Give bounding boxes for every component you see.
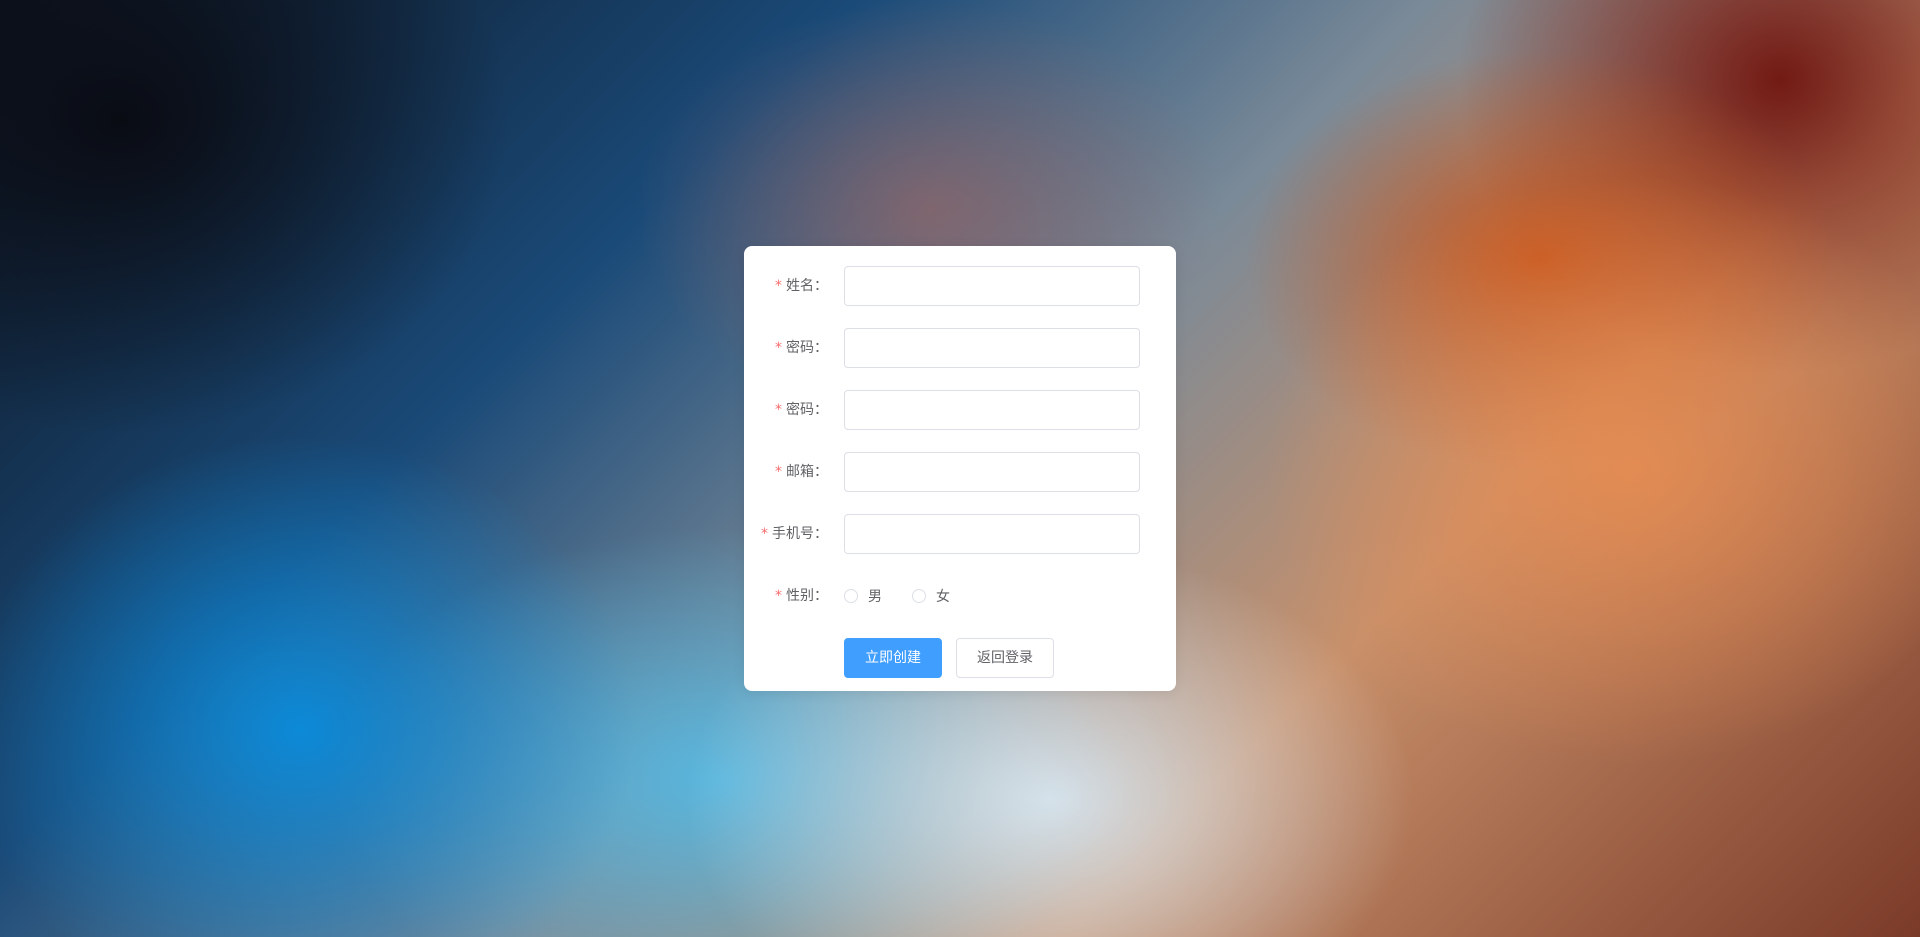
email-label: * 邮箱： (744, 452, 828, 492)
gender-radio-group: 男 女 (844, 576, 980, 616)
form-row-name: * 姓名： (744, 266, 1176, 306)
email-input[interactable] (844, 452, 1140, 492)
name-label-text: 姓名： (786, 278, 828, 294)
phone-label-text: 手机号： (772, 526, 828, 542)
password-label-text: 密码： (786, 340, 828, 356)
form-row-phone: * 手机号： (744, 514, 1176, 554)
confirm-password-input[interactable] (844, 390, 1140, 430)
required-star: * (775, 340, 782, 356)
confirm-password-label-text: 密码： (786, 402, 828, 418)
required-star: * (775, 278, 782, 294)
email-label-text: 邮箱： (786, 464, 828, 480)
name-input[interactable] (844, 266, 1140, 306)
radio-circle[interactable] (844, 589, 858, 603)
required-star: * (761, 526, 768, 542)
gender-option-female-label: 女 (936, 589, 950, 605)
form-actions: 立即创建 返回登录 (844, 638, 1054, 678)
required-star: * (775, 402, 782, 418)
register-form-card: * 姓名： * 密码： * 密码： * 邮箱： * 手机号： * 性别： 男 女 立即 (744, 246, 1176, 691)
gender-label: * 性别： (744, 576, 828, 616)
confirm-password-label: * 密码： (744, 390, 828, 430)
gender-label-text: 性别： (786, 588, 828, 604)
form-row-email: * 邮箱： (744, 452, 1176, 492)
password-input[interactable] (844, 328, 1140, 368)
form-row-gender: * 性别： 男 女 (744, 576, 1176, 616)
phone-label: * 手机号： (744, 514, 828, 554)
name-label: * 姓名： (744, 266, 828, 306)
radio-circle[interactable] (912, 589, 926, 603)
create-button[interactable]: 立即创建 (844, 638, 942, 678)
gender-option-male-label: 男 (868, 589, 882, 605)
phone-input[interactable] (844, 514, 1140, 554)
gender-option-female[interactable]: 女 (912, 586, 950, 606)
form-row-confirm-password: * 密码： (744, 390, 1176, 430)
password-label: * 密码： (744, 328, 828, 368)
gender-option-male[interactable]: 男 (844, 586, 882, 606)
required-star: * (775, 464, 782, 480)
required-star: * (775, 588, 782, 604)
back-to-login-button[interactable]: 返回登录 (956, 638, 1054, 678)
form-row-password: * 密码： (744, 328, 1176, 368)
